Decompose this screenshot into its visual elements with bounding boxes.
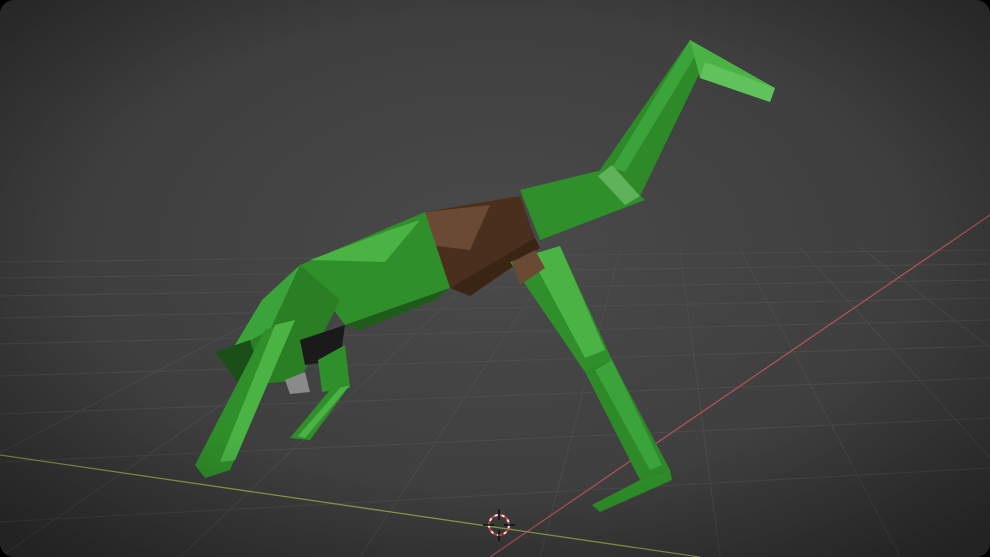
3d-viewport[interactable]	[0, 0, 990, 557]
viewport-vignette	[0, 0, 990, 557]
